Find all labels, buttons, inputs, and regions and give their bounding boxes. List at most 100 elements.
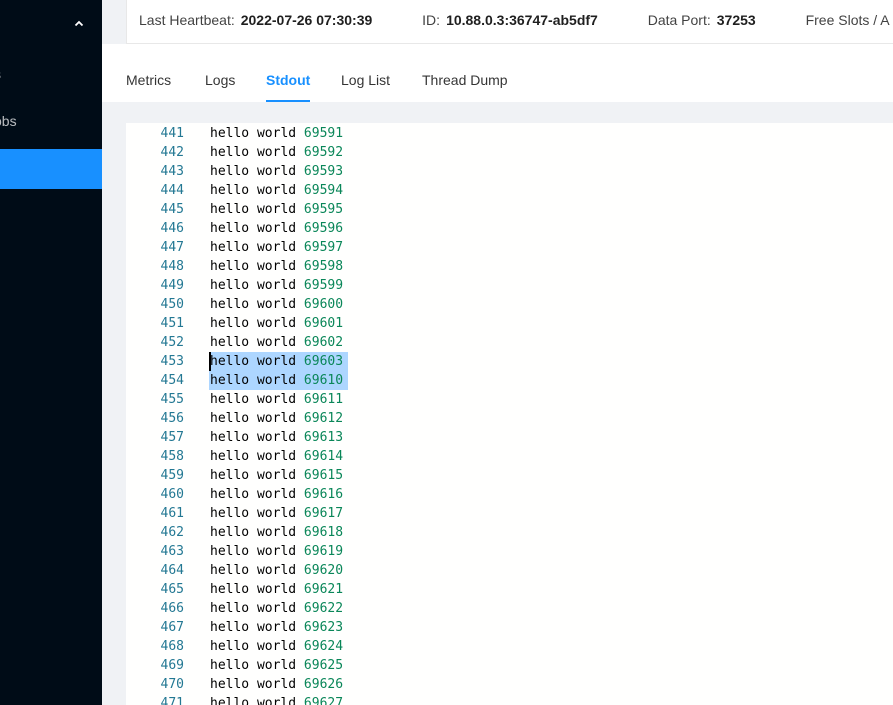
log-text: hello world 69594 bbox=[210, 181, 343, 200]
log-prefix: hello world bbox=[210, 183, 304, 198]
tab-thread-dump[interactable]: Thread Dump bbox=[422, 44, 508, 102]
log-prefix: hello world bbox=[210, 525, 304, 540]
info-value: 10.88.0.3:36747-ab5df7 bbox=[446, 12, 598, 28]
log-prefix: hello world bbox=[210, 373, 304, 388]
log-line: 463 hello world 69619 bbox=[126, 542, 893, 561]
log-line: 469 hello world 69625 bbox=[126, 656, 893, 675]
line-number: 456 bbox=[160, 411, 184, 426]
log-line: 468 hello world 69624 bbox=[126, 637, 893, 656]
log-prefix: hello world bbox=[210, 411, 304, 426]
tab-logs[interactable]: Logs bbox=[205, 44, 235, 102]
log-prefix: hello world bbox=[210, 221, 304, 236]
chevron-up-icon[interactable] bbox=[72, 17, 86, 31]
log-number: 69613 bbox=[303, 430, 344, 445]
info-data-port: Data Port: 37253 bbox=[648, 12, 756, 28]
sidebar-item-task-managers[interactable]: s bbox=[0, 54, 102, 94]
line-number: 454 bbox=[160, 373, 184, 388]
line-number: 458 bbox=[160, 449, 184, 464]
log-prefix: hello world bbox=[210, 145, 304, 160]
log-line: 447 hello world 69597 bbox=[126, 238, 893, 257]
sidebar-submenu-header[interactable] bbox=[0, 0, 102, 48]
log-line: 465 hello world 69621 bbox=[126, 580, 893, 599]
log-text: hello world 69626 bbox=[210, 675, 343, 694]
sidebar-submenu: s obs bbox=[0, 48, 102, 705]
log-text: hello world 69622 bbox=[210, 599, 343, 618]
info-label: Data Port: bbox=[647, 12, 711, 28]
tab-metrics[interactable]: Metrics bbox=[126, 44, 171, 102]
log-text: hello world 69618 bbox=[210, 523, 343, 542]
log-number: 69598 bbox=[303, 259, 344, 274]
line-number: 461 bbox=[160, 506, 184, 521]
sidebar-item-active[interactable] bbox=[0, 149, 102, 189]
log-prefix: hello world bbox=[210, 126, 304, 141]
log-number: 69620 bbox=[303, 563, 344, 578]
log-line: 460 hello world 69616 bbox=[126, 485, 893, 504]
log-prefix: hello world bbox=[210, 335, 304, 350]
log-text: hello world 69621 bbox=[210, 580, 343, 599]
log-prefix: hello world bbox=[210, 677, 304, 692]
log-text: hello world 69610 bbox=[210, 371, 343, 390]
sidebar-item-label: obs bbox=[0, 113, 17, 129]
log-number: 69616 bbox=[303, 487, 344, 502]
stdout-log-editor[interactable]: 441 hello world 69591 442 hello world 69592… bbox=[126, 123, 893, 705]
sidebar-item-jobs[interactable]: obs bbox=[0, 101, 102, 141]
log-prefix: hello world bbox=[210, 658, 304, 673]
line-number: 471 bbox=[160, 696, 184, 705]
log-line: 442 hello world 69592 bbox=[126, 143, 893, 162]
log-prefix: hello world bbox=[210, 430, 304, 445]
log-prefix: hello world bbox=[210, 601, 304, 616]
log-line: 459 hello world 69615 bbox=[126, 466, 893, 485]
log-line: 450 hello world 69600 bbox=[126, 295, 893, 314]
log-text: hello world 69602 bbox=[210, 333, 343, 352]
log-number: 69611 bbox=[303, 392, 344, 407]
log-number: 69614 bbox=[303, 449, 344, 464]
line-number: 455 bbox=[160, 392, 184, 407]
line-number: 467 bbox=[160, 620, 184, 635]
line-number: 466 bbox=[160, 601, 184, 616]
log-text: hello world 69600 bbox=[210, 295, 343, 314]
log-prefix: hello world bbox=[210, 639, 304, 654]
log-text: hello world 69614 bbox=[210, 447, 343, 466]
tab-log-list[interactable]: Log List bbox=[341, 44, 390, 102]
log-prefix: hello world bbox=[210, 582, 304, 597]
log-text: hello world 69623 bbox=[210, 618, 343, 637]
log-line: 451 hello world 69601 bbox=[126, 314, 893, 333]
log-prefix: hello world bbox=[210, 392, 304, 407]
log-text: hello world 69617 bbox=[210, 504, 343, 523]
log-number: 69622 bbox=[303, 601, 344, 616]
taskmanager-info-card: Last Heartbeat: 2022-07-26 07:30:39 ID: 10… bbox=[126, 0, 893, 44]
log-prefix: hello world bbox=[210, 620, 304, 635]
log-prefix: hello world bbox=[210, 696, 304, 705]
log-line: 444 hello world 69594 bbox=[126, 181, 893, 200]
info-label: ID: bbox=[422, 12, 441, 28]
log-number: 69615 bbox=[303, 468, 344, 483]
log-line: 455 hello world 69611 bbox=[126, 390, 893, 409]
log-prefix: hello world bbox=[210, 544, 304, 559]
line-number: 445 bbox=[160, 202, 184, 217]
log-number: 69594 bbox=[303, 183, 344, 198]
log-line: 471 hello world 69627 bbox=[126, 694, 893, 705]
log-line: 470 hello world 69626 bbox=[126, 675, 893, 694]
log-line: 443 hello world 69593 bbox=[126, 162, 893, 181]
line-number: 449 bbox=[160, 278, 184, 293]
line-number: 453 bbox=[160, 354, 184, 369]
log-text: hello world 69625 bbox=[210, 656, 343, 675]
log-prefix: hello world bbox=[210, 278, 304, 293]
log-line: 457 hello world 69613 bbox=[126, 428, 893, 447]
log-number: 69617 bbox=[303, 506, 344, 521]
log-prefix: hello world bbox=[210, 487, 304, 502]
info-label: Free Slots / A bbox=[805, 12, 890, 28]
tab-stdout[interactable]: Stdout bbox=[266, 44, 311, 102]
log-line: 449 hello world 69599 bbox=[126, 276, 893, 295]
log-line: 456 hello world 69612 bbox=[126, 409, 893, 428]
log-number: 69592 bbox=[303, 145, 344, 160]
line-number: 441 bbox=[160, 126, 184, 141]
log-text: hello world 69597 bbox=[210, 238, 343, 257]
log-text: hello world 69593 bbox=[210, 162, 343, 181]
log-number: 69627 bbox=[303, 696, 344, 705]
line-number: 446 bbox=[160, 221, 184, 236]
log-number: 69600 bbox=[303, 297, 344, 312]
sidebar: s obs bbox=[0, 0, 102, 705]
line-number: 462 bbox=[160, 525, 184, 540]
log-text: hello world 69603 bbox=[210, 352, 343, 371]
